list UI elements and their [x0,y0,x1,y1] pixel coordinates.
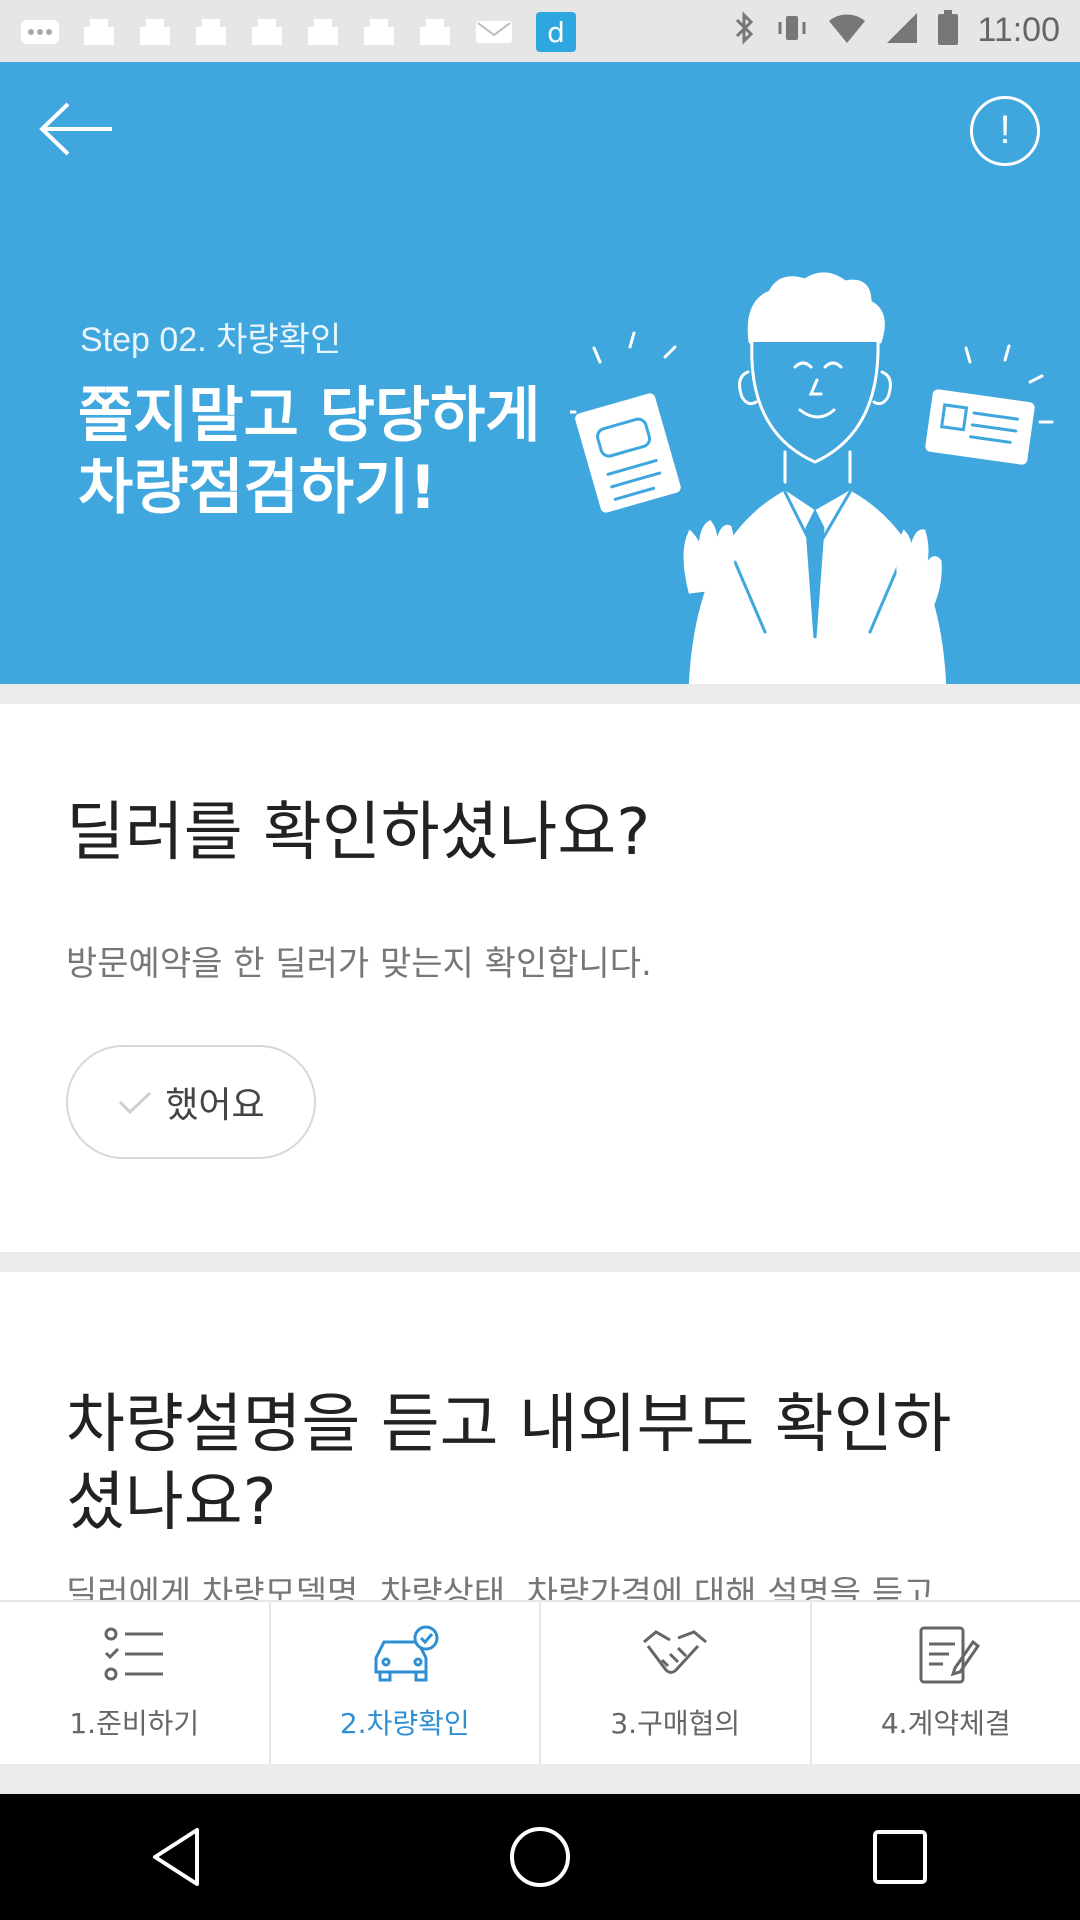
system-home-icon[interactable] [505,1822,575,1892]
back-arrow-icon [39,102,112,156]
signal-icon [885,11,919,49]
tab-negotiate-label: 3.구매협의 [610,1707,741,1740]
section-divider [0,684,1080,704]
done-button[interactable]: 했어요 [66,1045,316,1159]
done-button-label: 했어요 [165,1085,265,1126]
info-icon: ! [999,108,1011,152]
question-dealer-description: 방문예약을 한 딜러가 맞는지 확인합니다. [66,944,652,984]
app-notification-icon [138,15,172,53]
bluetooth-icon [733,11,757,49]
system-recents-icon[interactable] [865,1822,935,1892]
info-button[interactable]: ! [970,96,1040,166]
wifi-icon [827,11,867,49]
car-check-icon [374,1625,439,1682]
app-notification-icon [82,15,116,53]
tab-vehicle-check-label: 2.차량확인 [339,1707,470,1740]
back-button[interactable] [38,100,114,158]
step-label: Step 02. 차량확인 [80,321,342,359]
tab-contract-label: 4.계약체결 [880,1707,1011,1740]
system-navigation-bar [0,1794,1080,1920]
vibrate-icon [775,11,809,49]
app-notification-icon [418,15,452,53]
app-notification-icon [362,15,396,53]
tab-prepare-label: 1.준비하기 [69,1707,200,1740]
app-notification-icon [250,15,284,53]
app-notification-icon [194,15,228,53]
contract-icon [919,1626,980,1684]
battery-icon [937,10,959,50]
hero-banner: ! Step 02. 차량확인 쫄지말고 당당하게 차량점검하기! [0,62,1080,684]
app-notification-icon [306,15,340,53]
bottom-strip [0,1764,1080,1794]
tab-contract[interactable]: 4.계약체결 [812,1602,1080,1764]
tab-prepare[interactable]: 1.준비하기 [0,1602,271,1764]
tab-negotiate[interactable]: 3.구매협의 [541,1602,812,1764]
handshake-icon [643,1630,708,1674]
more-notifications-icon [20,17,60,51]
tab-vehicle-check[interactable]: 2.차량확인 [271,1602,541,1764]
check-icon [119,1091,152,1114]
mail-icon [474,17,514,51]
hero-title: 쫄지말고 당당하게 차량점검하기! [78,381,541,523]
system-back-icon[interactable] [145,1822,215,1892]
dealer-illustration [570,272,1054,684]
svg-text:d: d [547,16,565,49]
step-tab-bar: 1.준비하기 2.차량확인 3.구매협의 4.계약체결 [0,1600,1080,1764]
d-app-icon: d [536,12,576,56]
status-time: 11:00 [977,10,1060,49]
checklist-icon [104,1627,164,1681]
section-divider [0,1252,1080,1272]
question-dealer-title: 딜러를 확인하셨나요? [66,796,651,870]
notification-icons: d [20,12,576,56]
question-vehicle-title: 차량설명을 듣고 내외부도 확인하 셨나요? [66,1388,952,1540]
status-bar: d 11:00 [0,0,1080,62]
